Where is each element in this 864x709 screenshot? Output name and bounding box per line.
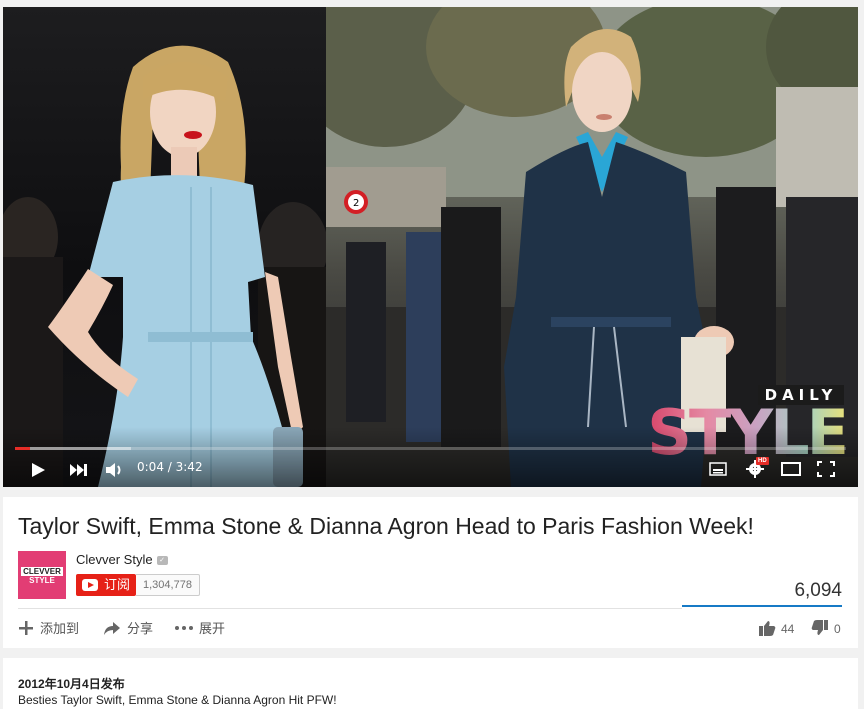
video-info-card: Taylor Swift, Emma Stone & Dianna Agron … xyxy=(3,497,858,648)
progress-bar[interactable] xyxy=(15,447,846,450)
dislike-count: 0 xyxy=(834,622,841,636)
publish-date: 2012年10月4日发布 xyxy=(18,677,125,691)
play-icon[interactable] xyxy=(30,462,46,478)
description-card: 2012年10月4日发布 Besties Taylor Swift, Emma … xyxy=(3,658,858,709)
left-figure-illustration xyxy=(3,45,326,487)
channel-name-row: Clevver Style ✓ xyxy=(76,552,168,567)
more-dots-icon xyxy=(175,626,193,630)
share-arrow-icon xyxy=(104,622,120,635)
subscriber-count: 1,304,778 xyxy=(136,574,200,596)
time-separator: / xyxy=(163,460,176,474)
share-label: 分享 xyxy=(127,621,154,636)
thumbs-up-icon xyxy=(759,621,776,636)
like-count: 44 xyxy=(781,622,795,636)
verified-icon: ✓ xyxy=(156,556,168,566)
volume-icon[interactable] xyxy=(105,461,125,479)
add-to-button[interactable]: 添加到 xyxy=(18,618,79,637)
like-button[interactable]: 44 xyxy=(758,620,794,636)
thumbs-down-icon xyxy=(811,620,828,635)
current-time: 0:04 xyxy=(137,460,164,474)
progress-played xyxy=(15,447,30,450)
channel-avatar[interactable]: CLEVVER STYLE xyxy=(18,551,66,599)
hd-badge: HD xyxy=(756,457,769,465)
subtitles-icon[interactable] xyxy=(709,462,727,476)
more-button[interactable]: 展开 xyxy=(175,618,225,637)
video-player[interactable]: 2 DAILY STYLE xyxy=(3,7,858,487)
plus-icon xyxy=(19,621,33,635)
fullscreen-icon[interactable] xyxy=(817,461,835,477)
youtube-logo-icon xyxy=(82,579,98,591)
subscribe-button[interactable]: 订阅 xyxy=(76,574,136,596)
controls-gradient xyxy=(3,427,858,487)
street-sign-text: 2 xyxy=(353,198,359,209)
next-icon[interactable] xyxy=(69,463,89,477)
duration: 3:42 xyxy=(175,460,203,474)
theater-mode-icon[interactable] xyxy=(781,462,801,476)
sentiment-bar xyxy=(682,605,842,607)
video-left-panel xyxy=(3,7,326,487)
channel-name[interactable]: Clevver Style xyxy=(76,552,153,567)
description-text: Besties Taylor Swift, Emma Stone & Diann… xyxy=(18,693,337,707)
share-button[interactable]: 分享 xyxy=(103,618,153,637)
add-to-label: 添加到 xyxy=(40,621,80,636)
progress-loaded xyxy=(15,447,132,450)
video-title: Taylor Swift, Emma Stone & Dianna Agron … xyxy=(18,513,754,539)
view-count: 6,094 xyxy=(794,580,842,601)
dislike-button[interactable]: 0 xyxy=(811,620,841,636)
more-label: 展开 xyxy=(199,621,226,636)
divider xyxy=(18,608,682,609)
avatar-text-2: STYLE xyxy=(29,576,55,585)
avatar-text-1: CLEVVER xyxy=(21,567,63,576)
time-display: 0:04 / 3:42 xyxy=(137,460,203,474)
subscribe-label: 订阅 xyxy=(104,577,131,592)
